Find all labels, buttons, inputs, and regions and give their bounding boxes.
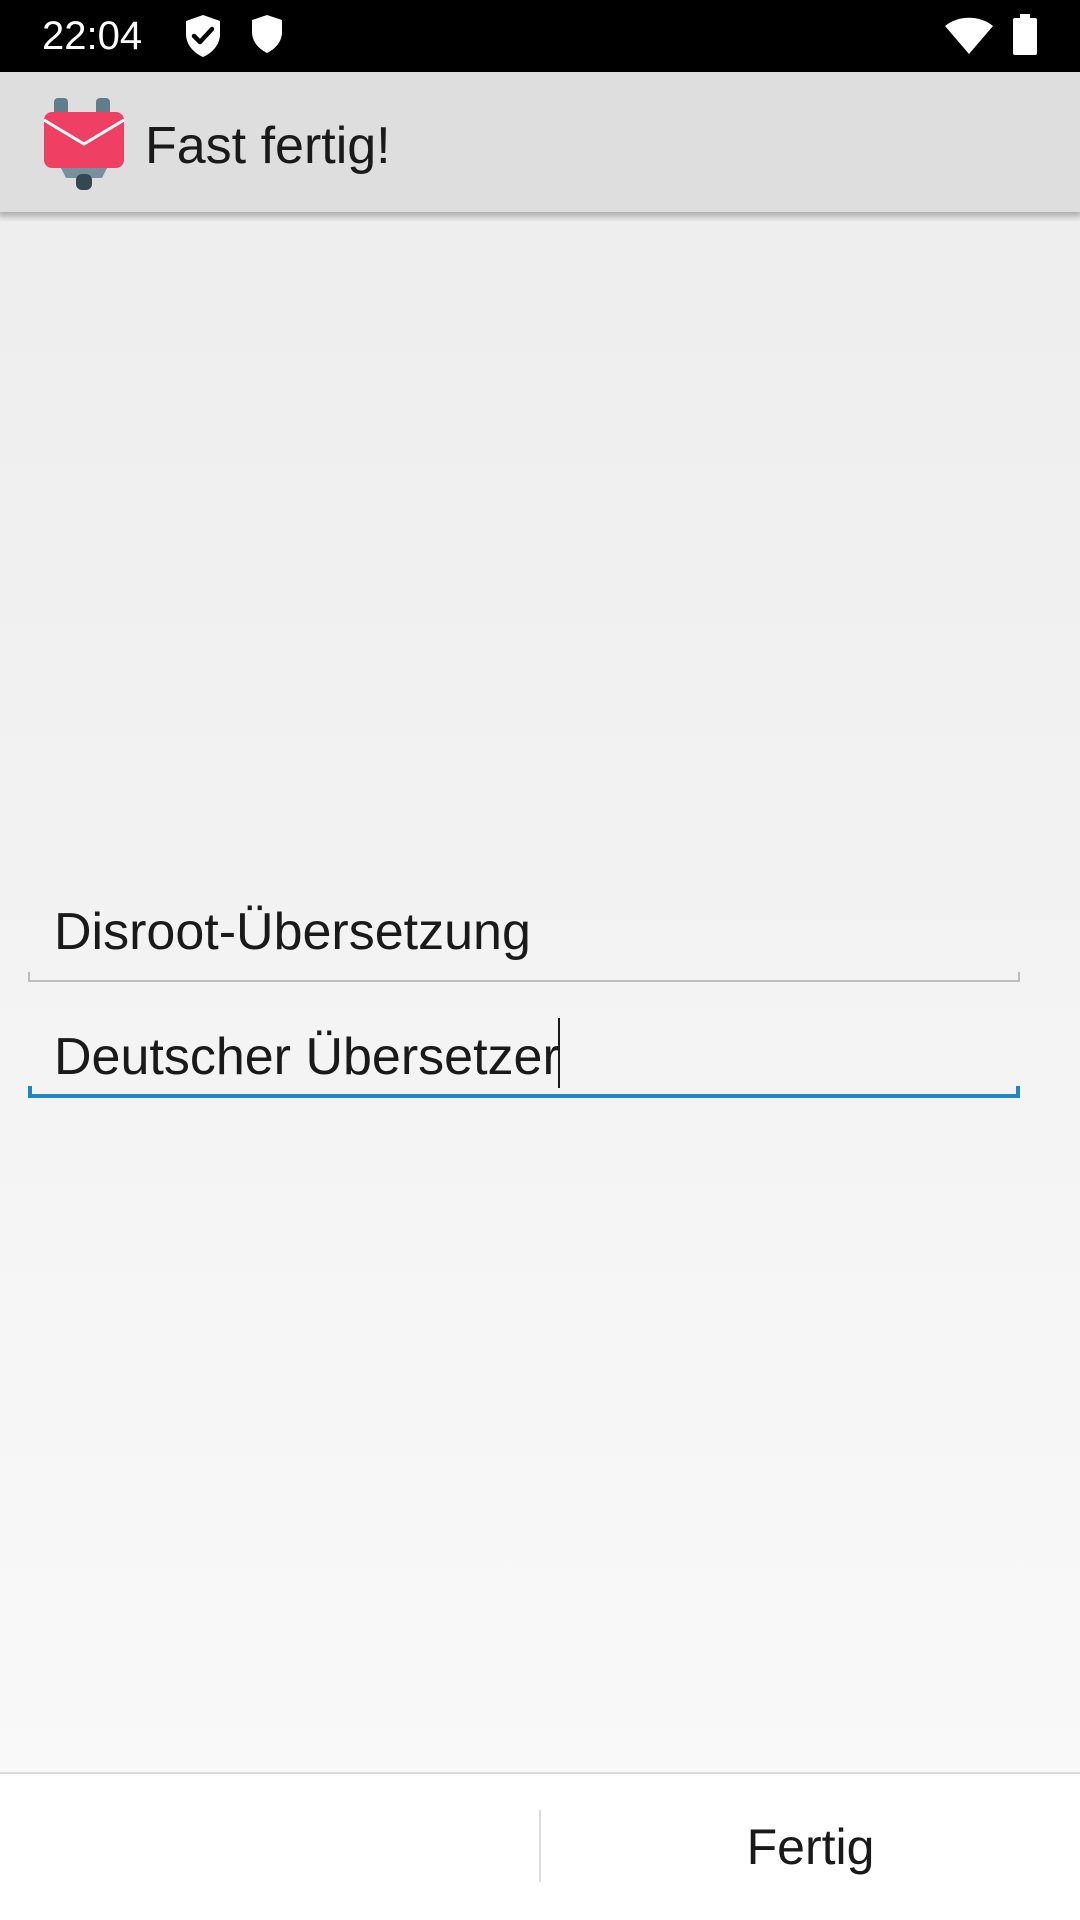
done-button-label: Fertig	[746, 1819, 875, 1875]
empty-button-slot	[0, 1774, 539, 1920]
your-name-underline	[28, 1086, 1020, 1098]
app-bar-shadow	[0, 212, 1080, 222]
your-name-field[interactable]: Deutscher Übersetzer	[28, 998, 1020, 1098]
done-button[interactable]: Fertig	[541, 1774, 1080, 1920]
app-bar: Fast fertig!	[0, 72, 1080, 212]
account-name-input[interactable]: Disroot-Übersetzung	[54, 902, 531, 962]
button-bar: Fertig	[0, 1772, 1080, 1920]
your-name-input[interactable]: Deutscher Übersetzer	[54, 1028, 560, 1086]
account-name-field[interactable]: Disroot-Übersetzung	[28, 882, 1020, 982]
wifi-icon	[945, 17, 993, 54]
text-caret	[557, 1018, 560, 1088]
page-title: Fast fertig!	[145, 117, 391, 175]
k9-mail-logo-icon	[43, 98, 125, 190]
shield-icon	[252, 15, 282, 53]
status-bar: 22:04	[0, 0, 1080, 72]
status-time: 22:04	[42, 14, 143, 58]
battery-icon	[1013, 14, 1037, 55]
your-name-input-wrapper[interactable]: Deutscher Übersetzer	[54, 1018, 560, 1088]
account-name-underline	[28, 972, 1020, 982]
shield-check-icon	[186, 15, 220, 57]
